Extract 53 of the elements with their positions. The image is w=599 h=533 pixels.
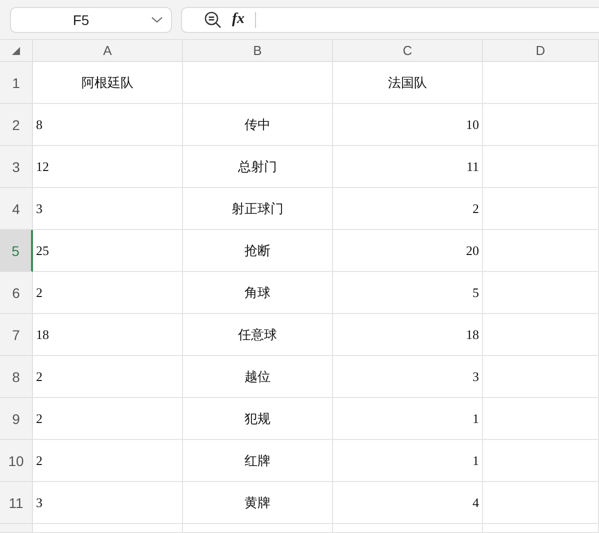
- row-header[interactable]: 2: [0, 104, 33, 146]
- table-cell: 4: [333, 482, 483, 524]
- table-cell: 2: [33, 398, 183, 440]
- table-cell: 越位: [183, 356, 333, 398]
- zoom-out-icon[interactable]: [204, 10, 222, 28]
- table-cell: 3: [333, 356, 483, 398]
- row-header[interactable]: 4: [0, 188, 33, 230]
- table-cell: 12: [33, 146, 183, 188]
- table-cell: 角球: [183, 272, 333, 314]
- column-header[interactable]: A: [33, 40, 183, 62]
- table-cell: 1: [333, 398, 483, 440]
- table-cell: 20: [333, 230, 483, 272]
- table-cell: 3: [33, 482, 183, 524]
- column-header[interactable]: D: [483, 40, 599, 62]
- table-cell: 红牌: [183, 440, 333, 482]
- table-cell: 8: [33, 104, 183, 146]
- table-cell: 2: [33, 356, 183, 398]
- row-header[interactable]: 8: [0, 356, 33, 398]
- table-cell: 射正球门: [183, 188, 333, 230]
- row-header[interactable]: 3: [0, 146, 33, 188]
- table-cell: 5: [333, 272, 483, 314]
- name-box[interactable]: F5: [10, 6, 172, 32]
- function-button[interactable]: fx: [232, 11, 244, 28]
- formula-bar[interactable]: fx: [181, 6, 599, 32]
- table-cell: 18: [333, 314, 483, 356]
- row-header[interactable]: 11: [0, 482, 33, 524]
- table-cell: 3: [33, 188, 183, 230]
- row-header[interactable]: 7: [0, 314, 33, 356]
- row-header[interactable]: 6: [0, 272, 33, 314]
- table-cell: 10: [333, 104, 483, 146]
- table-cell: 2: [333, 188, 483, 230]
- table-cell: 犯规: [183, 398, 333, 440]
- table-cell: 黄牌: [183, 482, 333, 524]
- table-cell: 25: [33, 230, 183, 272]
- table-cell: 1: [333, 440, 483, 482]
- table-cell: 11: [333, 146, 483, 188]
- select-all-icon[interactable]: [12, 46, 20, 54]
- table-cell: 传中: [183, 104, 333, 146]
- table-cell: 任意球: [183, 314, 333, 356]
- row-header[interactable]: 9: [0, 398, 33, 440]
- table-cell: 阿根廷队: [33, 62, 183, 104]
- row-header[interactable]: 5: [0, 230, 33, 272]
- row-header[interactable]: 1: [0, 62, 33, 104]
- column-header[interactable]: C: [333, 40, 483, 62]
- column-header[interactable]: B: [183, 40, 333, 62]
- table-cell: 法国队: [333, 62, 483, 104]
- table-cell: 2: [33, 440, 183, 482]
- table-cell: 2: [33, 272, 183, 314]
- table-cell: 抢断: [183, 230, 333, 272]
- table-cell: 18: [33, 314, 183, 356]
- chevron-down-icon[interactable]: [151, 16, 163, 24]
- row-header[interactable]: 10: [0, 440, 33, 482]
- table-cell: 总射门: [183, 146, 333, 188]
